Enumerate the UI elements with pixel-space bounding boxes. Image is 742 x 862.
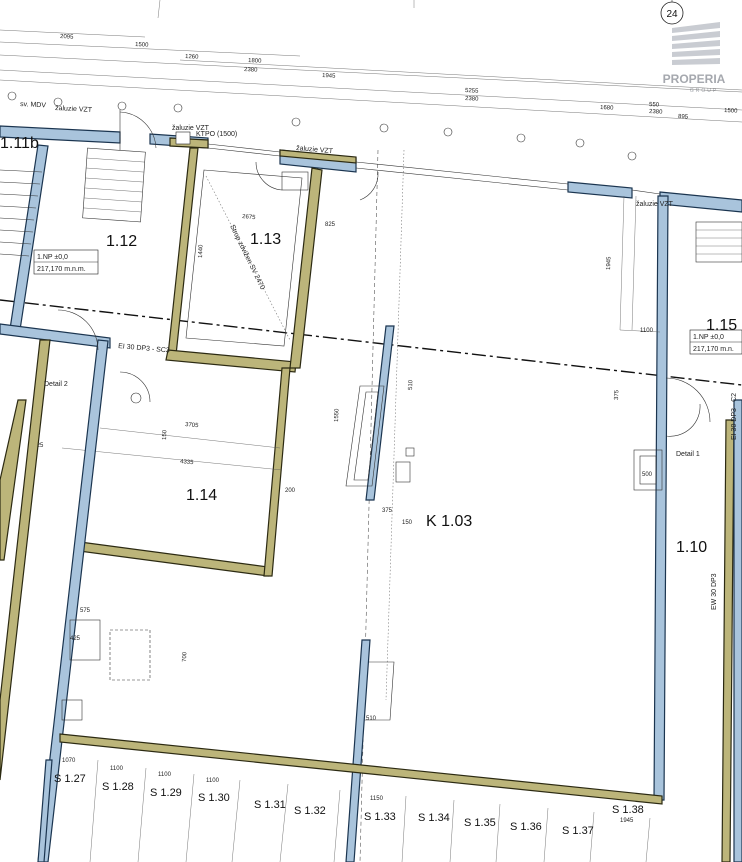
room-label-1-11b: 1.11b bbox=[0, 135, 39, 152]
dim-825: 825 bbox=[325, 222, 336, 228]
dim-4690: 150 bbox=[162, 429, 168, 440]
storage-label-1-36: S 1.36 bbox=[510, 821, 542, 833]
room-label-k-1-03: K 1.03 bbox=[426, 513, 472, 530]
dim-200: 200 bbox=[285, 488, 296, 494]
grid-axis-line bbox=[0, 299, 742, 386]
room-label-1-10: 1.10 bbox=[676, 539, 707, 556]
dim-3705: 3705 bbox=[185, 422, 199, 429]
dim-top-6: 5255 bbox=[465, 88, 479, 95]
storage-label-1-33: S 1.33 bbox=[364, 811, 396, 823]
storage-label-1-28: S 1.28 bbox=[102, 781, 134, 793]
dim-1150: 1150 bbox=[370, 796, 384, 802]
door-code-right: EI 30 DP3 - C2 bbox=[731, 393, 738, 440]
dim-top-12: 1500 bbox=[724, 108, 738, 115]
ew-label: EW 30 DP3 bbox=[711, 573, 718, 610]
dim-top-2: 1260 bbox=[185, 54, 199, 61]
level-box-right-line2: 217,170 m.n. bbox=[693, 346, 734, 353]
door-code-left: EI 30 DP3 - SC3 bbox=[118, 343, 170, 354]
room-1-10: 1.10 1.15 1.NP ±0,0 217,170 m.n. Detail … bbox=[606, 195, 742, 862]
facade-walls bbox=[0, 125, 742, 213]
dim-top-0: 2095 bbox=[60, 34, 74, 41]
storage-label-1-27: S 1.27 bbox=[54, 773, 86, 785]
dim-2580: 375 bbox=[614, 389, 620, 400]
storage-label-1-35: S 1.35 bbox=[464, 817, 496, 829]
logo-name: PROPERIA bbox=[663, 72, 726, 86]
zaluzie-label-far: žaluzie VZT bbox=[636, 201, 674, 208]
dim-1070: 1070 bbox=[62, 758, 76, 764]
dim-top-7: 2380 bbox=[465, 96, 479, 103]
dim-1945: 1945 bbox=[620, 818, 634, 824]
storage-label-1-30: S 1.30 bbox=[198, 792, 230, 804]
dim-top-4: 2380 bbox=[244, 67, 258, 74]
dim-top-10: 2380 bbox=[649, 109, 663, 116]
sv-mdv-label: sv. MDV bbox=[20, 101, 47, 109]
level-box-left-line1: 1.NP ±0,0 bbox=[37, 254, 68, 261]
dim-1440: 1945 bbox=[606, 256, 612, 270]
grid-marker: 24 bbox=[660, 0, 684, 25]
storage-label-1-29: S 1.29 bbox=[150, 787, 182, 799]
dim-425: 425 bbox=[70, 636, 81, 642]
storage-label-1-31: S 1.31 bbox=[254, 799, 286, 811]
dim-top-5: 1945 bbox=[322, 73, 336, 80]
beam-line bbox=[359, 149, 379, 862]
dim-4335: 4335 bbox=[180, 459, 194, 466]
dim-top-8: 1680 bbox=[600, 105, 614, 112]
logo-sub: GROUP bbox=[690, 88, 718, 94]
dim-4860: 1440 bbox=[198, 244, 204, 258]
level-box-right-line1: 1.NP ±0,0 bbox=[693, 334, 724, 341]
dim-1550: 1550 bbox=[334, 408, 340, 422]
company-logo: PROPERIA GROUP bbox=[663, 22, 726, 94]
storage-label-1-38: S 1.38 bbox=[612, 804, 644, 816]
dim-510: 510 bbox=[366, 716, 377, 722]
dim-2675: 2675 bbox=[242, 214, 256, 221]
room-label-1-12: 1.12 bbox=[106, 233, 137, 250]
dim-700: 1100 bbox=[640, 328, 654, 334]
detail-2-label: Detail 2 bbox=[44, 381, 68, 388]
dim-top-9: 550 bbox=[649, 102, 660, 109]
dim-500: 500 bbox=[642, 472, 653, 478]
detail-1-label: Detail 1 bbox=[676, 451, 700, 458]
storage-label-1-37: S 1.37 bbox=[562, 825, 594, 837]
level-box-left-line2: 217,170 m.n.m. bbox=[37, 266, 86, 273]
storage-label-1-34: S 1.34 bbox=[418, 812, 450, 824]
room-label-1-13: 1.13 bbox=[250, 231, 281, 248]
dim-4485: 700 bbox=[182, 651, 188, 662]
room-label-1-14: 1.14 bbox=[186, 487, 217, 504]
dim-150-a: 150 bbox=[402, 520, 413, 526]
beam-line-2 bbox=[385, 149, 405, 701]
floor-plan: 24 PROPERIA GROUP 2095 1500 1260 1800 23… bbox=[0, 0, 742, 862]
dim-top-3: 1800 bbox=[248, 58, 262, 65]
storage-label-1-32: S 1.32 bbox=[294, 805, 326, 817]
dim-2700: 510 bbox=[408, 379, 414, 390]
dim-top-1: 1500 bbox=[135, 42, 149, 49]
dim-1100-c: 1100 bbox=[206, 778, 220, 784]
dim-top-11: 895 bbox=[678, 114, 689, 121]
zaluzie-label-left: žaluzie VZT bbox=[55, 105, 93, 114]
dim-1100-b: 1100 bbox=[158, 772, 172, 778]
dim-375: 375 bbox=[382, 508, 393, 514]
grid-marker-label: 24 bbox=[666, 9, 678, 20]
ktpo-label: KTPO (1500) bbox=[196, 131, 237, 138]
dim-1100-a: 1100 bbox=[110, 766, 124, 772]
dim-575: 575 bbox=[80, 608, 91, 614]
